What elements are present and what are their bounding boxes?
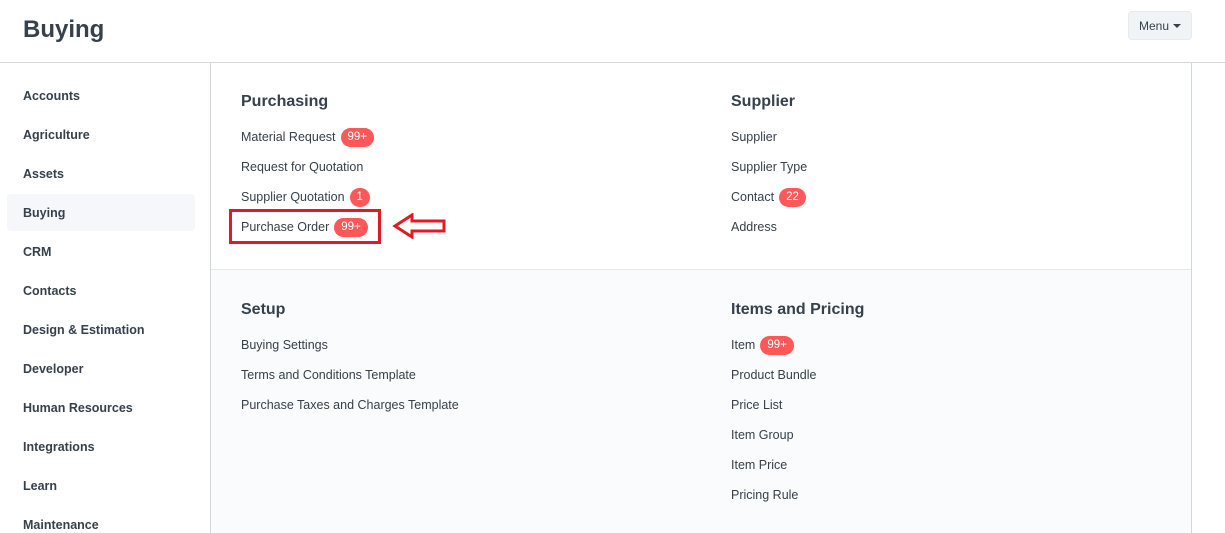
link-label: Item (731, 338, 756, 352)
sidebar: Accounts Agriculture Assets Buying CRM C… (0, 63, 211, 533)
page-header: Buying Menu (0, 0, 1225, 63)
arrow-left-icon (392, 213, 446, 239)
sidebar-item-human-resources[interactable]: Human Resources (7, 389, 195, 426)
link-price-list[interactable]: Price List (731, 395, 782, 415)
link-buying-settings[interactable]: Buying Settings (241, 335, 328, 355)
link-label: Terms and Conditions Template (241, 368, 416, 382)
sidebar-item-developer[interactable]: Developer (7, 350, 195, 387)
card-title-supplier: Supplier (731, 93, 796, 110)
link-supplier[interactable]: Supplier (731, 127, 777, 147)
sidebar-item-contacts[interactable]: Contacts (7, 272, 195, 309)
link-label: Pricing Rule (731, 488, 799, 502)
link-contact[interactable]: Contact 22 (731, 187, 806, 207)
sidebar-item-buying[interactable]: Buying (7, 194, 195, 231)
section-row-bottom: Setup Buying Settings Terms and Conditio… (211, 270, 1191, 533)
count-badge: 99+ (760, 335, 794, 355)
link-label: Item Price (731, 458, 788, 472)
sidebar-item-label: Buying (23, 205, 66, 220)
sidebar-item-label: Learn (23, 478, 58, 493)
link-supplier-quotation[interactable]: Supplier Quotation 1 (241, 187, 370, 207)
link-address[interactable]: Address (731, 217, 777, 237)
link-request-for-quotation[interactable]: Request for Quotation (241, 157, 363, 177)
link-label: Buying Settings (241, 338, 328, 352)
sidebar-item-accounts[interactable]: Accounts (7, 77, 195, 114)
sidebar-item-assets[interactable]: Assets (7, 155, 195, 192)
link-label: Supplier Quotation (241, 190, 345, 204)
count-badge: 99+ (340, 127, 375, 147)
sidebar-item-integrations[interactable]: Integrations (7, 428, 195, 465)
sidebar-item-label: Maintenance (23, 517, 99, 532)
link-label: Supplier (731, 130, 777, 144)
sidebar-item-learn[interactable]: Learn (7, 467, 195, 504)
link-label: Price List (731, 398, 783, 412)
sidebar-item-label: Accounts (23, 88, 80, 103)
link-terms-conditions-template[interactable]: Terms and Conditions Template (241, 365, 416, 385)
card-title-purchasing: Purchasing (241, 93, 329, 110)
sidebar-item-agriculture[interactable]: Agriculture (7, 116, 195, 153)
card-title-items-pricing: Items and Pricing (731, 301, 865, 318)
link-label: Material Request (241, 130, 336, 144)
sidebar-item-label: Agriculture (23, 127, 90, 142)
link-item-group[interactable]: Item Group (731, 425, 794, 445)
menu-button[interactable]: Menu (1128, 11, 1192, 40)
link-label: Purchase Taxes and Charges Template (241, 398, 459, 412)
link-label: Address (731, 220, 777, 234)
main-content: Purchasing Material Request 99+ Request … (211, 63, 1192, 533)
card-title-setup: Setup (241, 301, 286, 318)
sidebar-item-label: Assets (23, 166, 64, 181)
menu-button-label: Menu (1138, 18, 1170, 33)
sidebar-item-maintenance[interactable]: Maintenance (7, 506, 195, 533)
sidebar-item-design-estimation[interactable]: Design & Estimation (7, 311, 195, 348)
link-label: Supplier Type (731, 160, 808, 174)
sidebar-item-label: Developer (23, 361, 84, 376)
link-label: Product Bundle (731, 368, 817, 382)
link-material-request[interactable]: Material Request 99+ (241, 127, 375, 147)
sidebar-item-label: Integrations (23, 439, 95, 454)
link-item[interactable]: Item 99+ (731, 335, 794, 355)
link-product-bundle[interactable]: Product Bundle (731, 365, 816, 385)
link-purchase-taxes-template[interactable]: Purchase Taxes and Charges Template (241, 395, 459, 415)
annotation-highlight-box (229, 209, 381, 244)
link-item-price[interactable]: Item Price (731, 455, 787, 475)
sidebar-item-label: CRM (23, 244, 52, 259)
caret-down-icon (1173, 24, 1182, 28)
link-label: Contact (731, 190, 775, 204)
sidebar-item-label: Human Resources (23, 400, 133, 415)
link-label: Item Group (731, 428, 794, 442)
sidebar-item-label: Contacts (23, 283, 77, 298)
link-supplier-type[interactable]: Supplier Type (731, 157, 807, 177)
page: Buying Menu Accounts Agriculture Assets … (0, 0, 1225, 533)
count-badge: 22 (779, 187, 806, 207)
page-title: Buying (23, 16, 105, 43)
link-pricing-rule[interactable]: Pricing Rule (731, 485, 798, 505)
sidebar-item-crm[interactable]: CRM (7, 233, 195, 270)
sidebar-item-label: Design & Estimation (23, 322, 145, 337)
count-badge: 1 (349, 187, 370, 207)
link-label: Request for Quotation (241, 160, 364, 174)
